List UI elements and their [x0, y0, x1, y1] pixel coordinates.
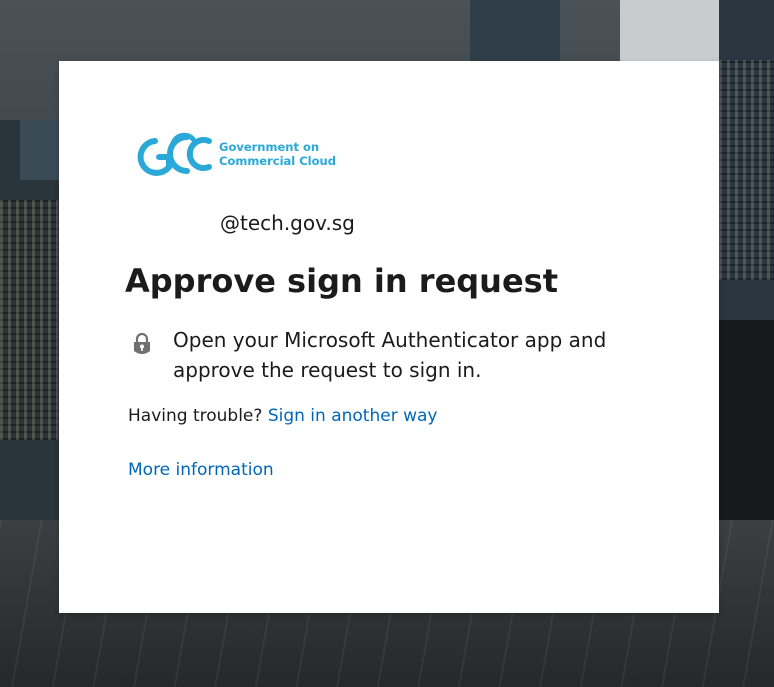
logo-text-line1: Government on	[219, 140, 319, 154]
trouble-prefix: Having trouble?	[128, 406, 268, 426]
sign-in-card: Government on Commercial Cloud @tech.gov…	[59, 61, 719, 613]
gcc-logo: Government on Commercial Cloud	[129, 127, 341, 181]
lock-icon	[131, 331, 153, 357]
account-username: @tech.gov.sg	[220, 211, 355, 235]
trouble-row: Having trouble? Sign in another way	[128, 406, 437, 426]
page-title: Approve sign in request	[125, 262, 558, 300]
sign-in-another-way-link[interactable]: Sign in another way	[268, 406, 438, 426]
more-information-link[interactable]: More information	[128, 460, 274, 480]
message-text: Open your Microsoft Authenticator app an…	[173, 328, 607, 382]
logo-text-line2: Commercial Cloud	[219, 154, 336, 168]
